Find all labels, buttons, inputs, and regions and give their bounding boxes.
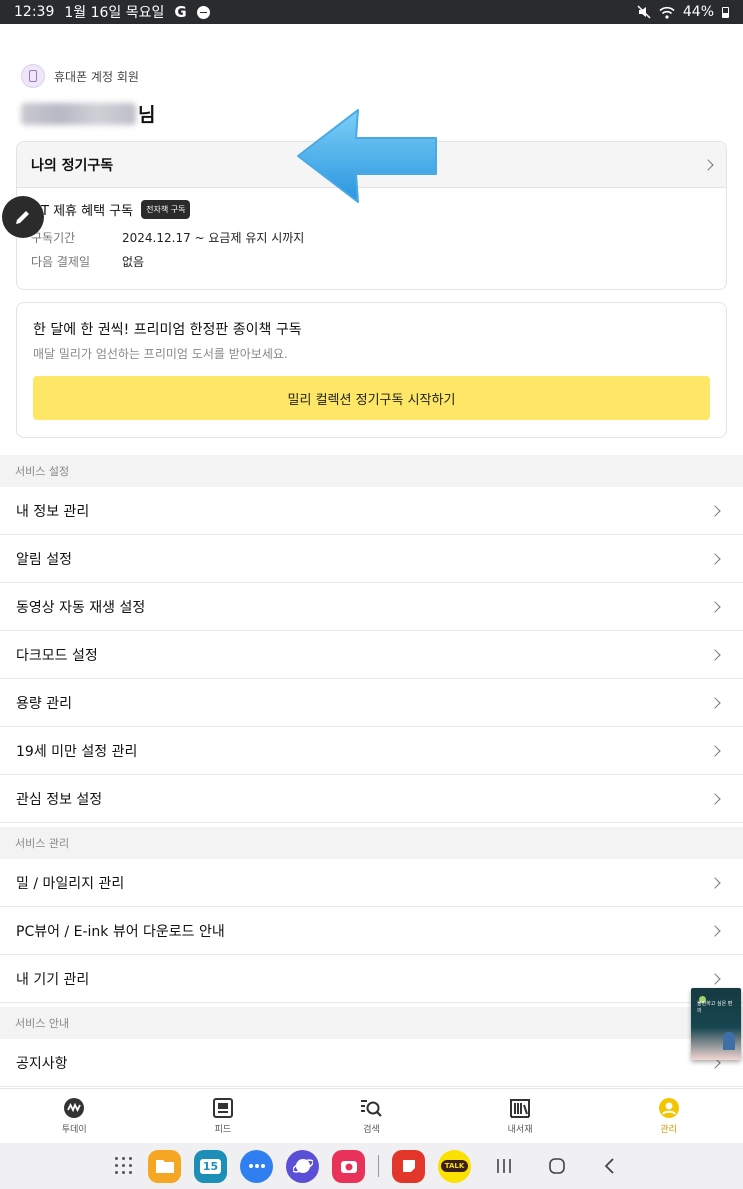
tab-label: 내서재 xyxy=(507,1125,533,1135)
status-time: 12:39 xyxy=(14,4,55,20)
mute-icon xyxy=(637,5,651,19)
dock-separator xyxy=(378,1155,379,1177)
tab-manage[interactable]: 관리 xyxy=(594,1089,743,1143)
plan-tag: 전자책 구독 xyxy=(141,200,191,219)
tab-feed[interactable]: 피드 xyxy=(149,1089,298,1143)
tab-label: 투데이 xyxy=(61,1125,87,1135)
search-icon xyxy=(360,1097,383,1119)
chevron-right-icon xyxy=(709,792,721,805)
app-drawer-icon[interactable] xyxy=(113,1155,135,1177)
profile-icon xyxy=(658,1097,680,1119)
blurred-name xyxy=(21,102,136,125)
row-label: 동영상 자동 재생 설정 xyxy=(16,599,146,616)
phone-account-icon xyxy=(21,64,45,88)
section-service-settings: 서비스 설정 xyxy=(0,455,743,487)
camera-icon[interactable] xyxy=(332,1149,365,1183)
settings-row[interactable]: 다크모드 설정 xyxy=(0,631,743,679)
tab-today[interactable]: 투데이 xyxy=(0,1089,149,1143)
status-bar: 12:39 1월 16일 목요일 G 44% xyxy=(0,0,743,24)
chevron-right-icon xyxy=(709,504,721,517)
name-suffix: 님 xyxy=(138,104,156,126)
kakaotalk-icon[interactable]: TALK xyxy=(438,1149,471,1183)
floating-book-banner[interactable]: 불편하고 싶은 편의 xyxy=(691,988,741,1060)
manage-page: 휴대폰 계정 회원 님 나의 정기구독 T 제휴 혜택 구독 전자책 구독 구독… xyxy=(0,24,743,1088)
management-row[interactable]: 내 기기 관리 xyxy=(0,955,743,1003)
row-label: 다크모드 설정 xyxy=(16,647,98,664)
bottom-tab-bar: 투데이 피드 검색 내서재 관리 xyxy=(0,1088,743,1143)
promo-card: 한 달에 한 권씩! 프리미엄 한정판 종이책 구독 매달 밀리가 엄선하는 프… xyxy=(16,302,727,438)
start-subscription-button[interactable]: 밀리 컬렉션 정기구독 시작하기 xyxy=(33,376,710,420)
tab-label: 관리 xyxy=(660,1125,677,1135)
row-label: 내 정보 관리 xyxy=(16,503,90,520)
files-icon[interactable] xyxy=(148,1149,181,1183)
feed-icon xyxy=(212,1097,234,1119)
row-label: 알림 설정 xyxy=(16,551,72,568)
row-label: 밀 / 마일리지 관리 xyxy=(16,875,125,892)
chevron-right-icon xyxy=(709,972,721,985)
account-type: 휴대폰 계정 회원 xyxy=(21,64,139,88)
settings-row[interactable]: 19세 미만 설정 관리 xyxy=(0,727,743,775)
settings-row[interactable]: 내 정보 관리 xyxy=(0,487,743,535)
library-icon xyxy=(509,1097,531,1119)
chevron-right-icon xyxy=(709,552,721,565)
settings-row[interactable]: 동영상 자동 재생 설정 xyxy=(0,583,743,631)
period-value: 2024.12.17 ~ 요금제 유지 시까지 xyxy=(122,231,305,245)
pencil-icon xyxy=(16,209,31,224)
edit-pencil-button[interactable] xyxy=(2,196,44,238)
subscription-title: 나의 정기구독 xyxy=(31,157,114,174)
recent-apps-button[interactable] xyxy=(484,1151,524,1181)
promo-subtitle: 매달 밀리가 엄선하는 프리미엄 도서를 받아보세요. xyxy=(33,347,288,361)
row-label: 관심 정보 설정 xyxy=(16,791,103,808)
management-row[interactable]: 밀 / 마일리지 관리 xyxy=(0,859,743,907)
status-date: 1월 16일 목요일 xyxy=(64,5,165,21)
messages-icon[interactable] xyxy=(240,1149,273,1183)
dnd-icon xyxy=(196,5,210,19)
tab-label: 검색 xyxy=(363,1125,380,1135)
system-dock: 15 TALK xyxy=(0,1143,743,1189)
internet-browser-icon[interactable] xyxy=(286,1149,319,1183)
wifi-icon xyxy=(659,6,675,19)
blue-arrow-annotation xyxy=(297,109,437,203)
user-name: 님 xyxy=(21,100,155,127)
row-label: 용량 관리 xyxy=(16,695,72,712)
floating-book-title: 불편하고 싶은 편의 xyxy=(697,1001,733,1014)
google-icon: G xyxy=(174,3,187,21)
row-label: 공지사항 xyxy=(16,1055,68,1072)
settings-row[interactable]: 관심 정보 설정 xyxy=(0,775,743,823)
info-row[interactable]: 공지사항 xyxy=(0,1039,743,1087)
settings-row[interactable]: 알림 설정 xyxy=(0,535,743,583)
chevron-right-icon xyxy=(709,648,721,661)
calendar-icon[interactable]: 15 xyxy=(194,1149,227,1183)
management-row[interactable]: PC뷰어 / E-ink 뷰어 다운로드 안내 xyxy=(0,907,743,955)
chevron-right-icon xyxy=(702,158,714,171)
row-label: PC뷰어 / E-ink 뷰어 다운로드 안내 xyxy=(16,923,225,940)
back-button[interactable] xyxy=(590,1151,630,1181)
tab-library[interactable]: 내서재 xyxy=(446,1089,595,1143)
section-service-management: 서비스 관리 xyxy=(0,827,743,859)
settings-row[interactable]: 용량 관리 xyxy=(0,679,743,727)
today-icon xyxy=(63,1097,85,1119)
promo-title: 한 달에 한 권씩! 프리미엄 한정판 종이책 구독 xyxy=(33,322,302,338)
chevron-right-icon xyxy=(709,600,721,613)
notes-app-icon[interactable] xyxy=(392,1149,425,1183)
period-label: 구독기간 xyxy=(31,231,76,245)
chevron-right-icon xyxy=(709,744,721,757)
chevron-right-icon xyxy=(709,924,721,937)
battery-percent: 44% xyxy=(682,4,714,20)
tab-label: 피드 xyxy=(214,1125,232,1135)
next-payment-value: 없음 xyxy=(122,255,145,269)
row-label: 내 기기 관리 xyxy=(16,971,90,988)
chevron-right-icon xyxy=(709,696,721,709)
row-label: 19세 미만 설정 관리 xyxy=(16,743,138,760)
plan-name: T 제휴 혜택 구독 xyxy=(41,204,134,219)
next-payment-label: 다음 결제일 xyxy=(31,255,91,269)
tab-search[interactable]: 검색 xyxy=(297,1089,446,1143)
home-button[interactable] xyxy=(537,1151,577,1181)
battery-icon xyxy=(722,6,729,18)
chevron-right-icon xyxy=(709,876,721,889)
account-type-label: 휴대폰 계정 회원 xyxy=(54,69,139,84)
section-service-info: 서비스 안내 xyxy=(0,1007,743,1039)
